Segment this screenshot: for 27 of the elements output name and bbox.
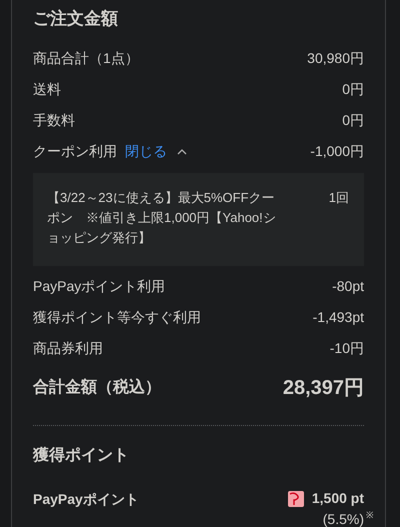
points-label: PayPayポイント [33, 490, 139, 509]
row-label: 獲得ポイント等今すぐ利用 [33, 308, 201, 327]
row-label: クーポン利用 [33, 142, 117, 161]
coupon-description: 【3/22～23に使える】最大5%OFFクーポン ※値引き上限1,000円【Yahoo!ショッピング発行】 [47, 189, 277, 247]
row-label: 商品合計（1点） [33, 49, 139, 68]
row-label: 商品券利用 [33, 339, 103, 358]
row-value: 0円 [342, 111, 364, 130]
note-mark: ※ [366, 509, 374, 522]
row-label: PayPayポイント利用 [33, 277, 166, 296]
row-value: -10円 [330, 339, 364, 358]
section-title: ご注文金額 [33, 8, 119, 30]
row-value: 0円 [342, 80, 364, 99]
coupon-count: 1回 [328, 189, 349, 207]
points-rate: (5.5%) [322, 510, 364, 527]
row-label: 手数料 [33, 111, 75, 130]
section-title: 獲得ポイント [33, 446, 130, 466]
total-value: 28,397円 [282, 376, 364, 401]
row-label: 送料 [33, 80, 61, 99]
points-logo-icon [288, 490, 304, 506]
row-value: -1,000円 [310, 142, 364, 161]
row-value: -1,493pt [312, 308, 364, 327]
total-label: 合計金額（税込） [33, 377, 161, 398]
row-value: -80pt [332, 277, 364, 296]
row-value: 30,980円 [307, 49, 364, 68]
points-value: 1,500 pt [312, 489, 364, 508]
chevron-up-icon [177, 148, 187, 154]
collapse-link[interactable]: 閉じる [125, 141, 187, 162]
